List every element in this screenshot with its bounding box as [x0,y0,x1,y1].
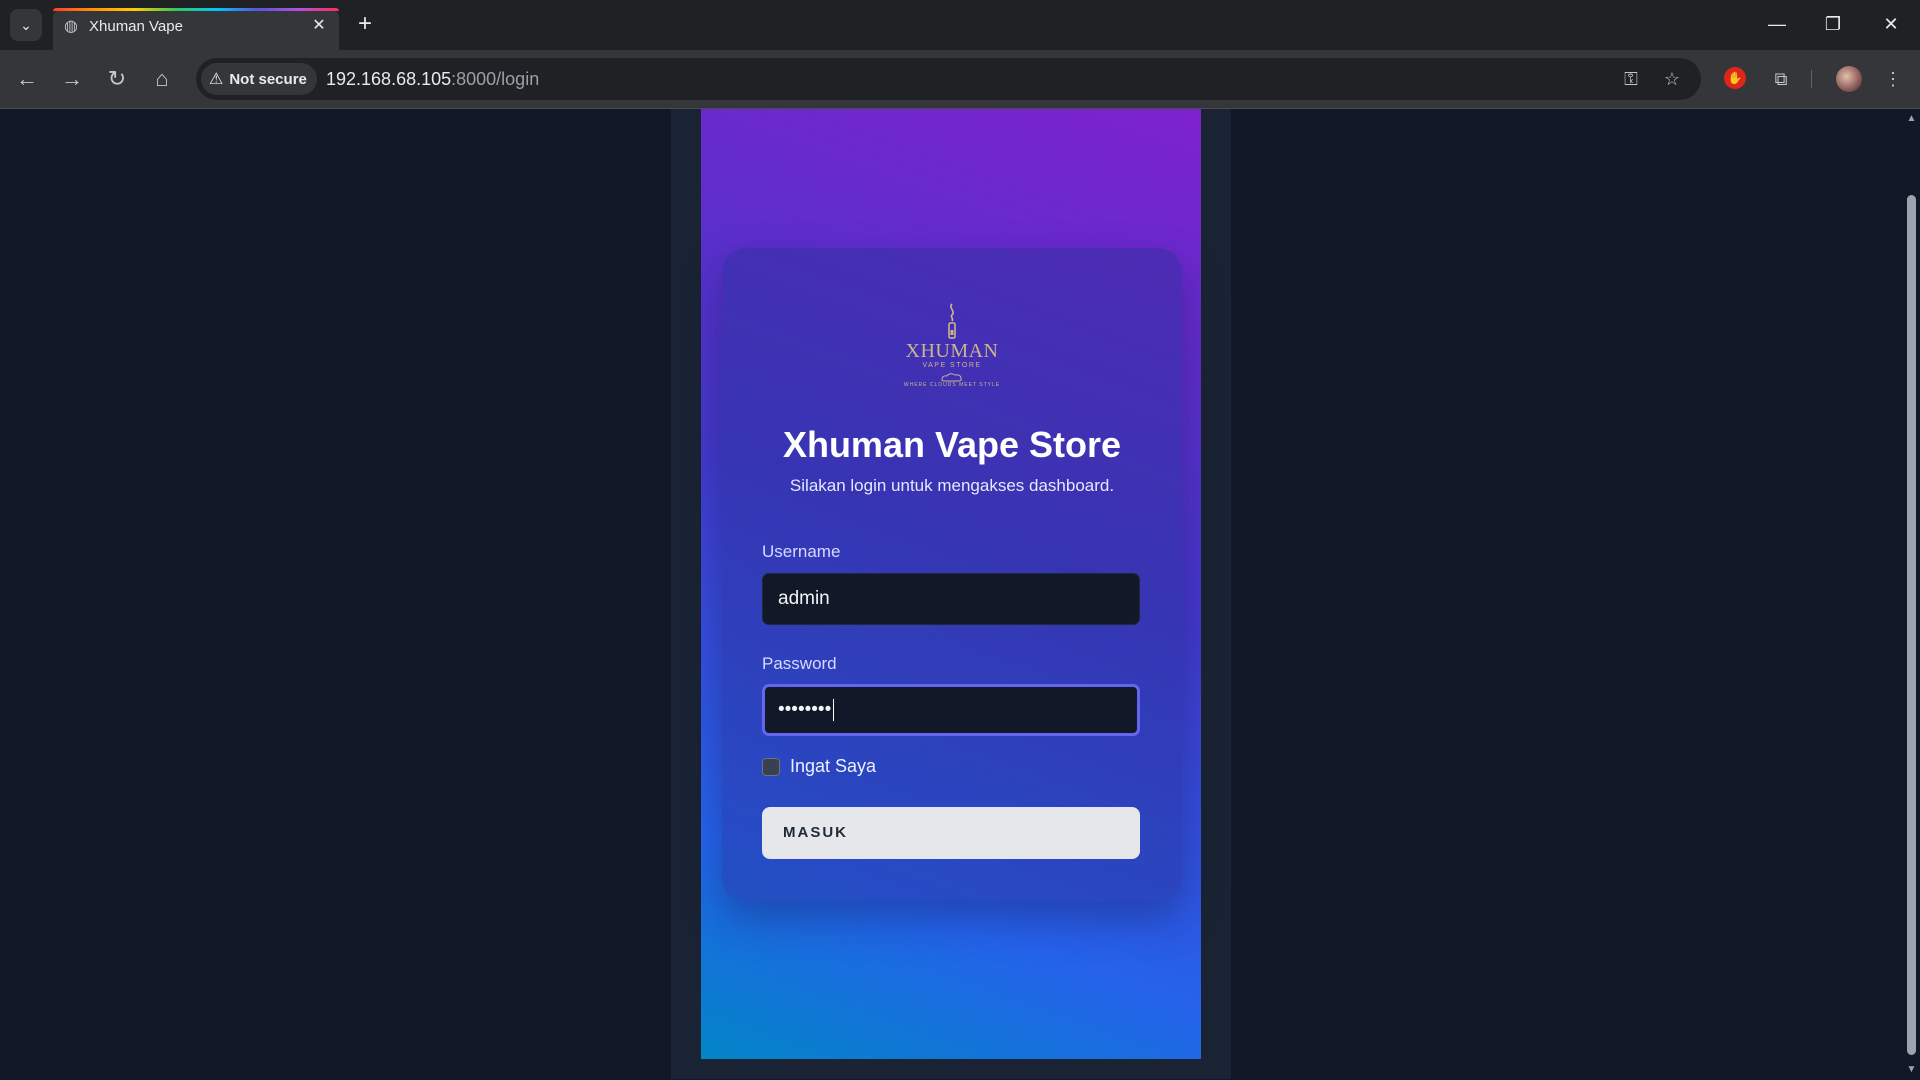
remember-me-label[interactable]: Ingat Saya [790,756,876,777]
toolbar-divider [1811,70,1812,88]
menu-kebab-icon[interactable]: ⋮ [1877,63,1909,95]
text-caret [833,698,835,721]
logo-brand-text: XHUMAN [905,340,999,362]
login-card: XHUMAN VAPE STORE WHERE CLOUDS MEET STYL… [722,248,1182,901]
restore-icon[interactable]: ❐ [1813,8,1853,40]
scroll-down-icon[interactable]: ▼ [1903,1062,1920,1078]
vape-logo-icon [948,303,956,339]
close-window-icon[interactable]: ✕ [1871,8,1911,40]
page-viewport: XHUMAN VAPE STORE WHERE CLOUDS MEET STYL… [0,109,1903,1080]
store-logo: XHUMAN VAPE STORE WHERE CLOUDS MEET STYL… [902,302,1002,398]
url-text[interactable]: 192.168.68.105:8000/login [326,68,539,90]
minimize-icon[interactable]: — [1757,8,1797,40]
password-label: Password [762,654,837,673]
globe-icon: ◍ [64,18,78,35]
password-masked-value: •••••••• [778,699,832,720]
close-tab-icon[interactable]: ✕ [309,16,329,36]
bookmark-star-icon[interactable]: ☆ [1657,64,1687,94]
username-input[interactable]: admin [762,573,1140,625]
security-chip[interactable]: ⚠ Not secure [201,63,317,95]
browser-tab[interactable]: ◍ Xhuman Vape ✕ [53,8,339,50]
back-icon[interactable]: ← [11,63,43,95]
password-key-icon[interactable]: ⚿ [1616,64,1646,94]
scroll-up-icon[interactable]: ▲ [1903,111,1920,127]
address-bar[interactable]: ⚠ Not secure 192.168.68.105:8000/login ⚿… [196,58,1701,100]
username-label: Username [762,542,841,561]
warning-icon: ⚠ [209,71,224,88]
device-frame: XHUMAN VAPE STORE WHERE CLOUDS MEET STYL… [671,109,1231,1079]
browser-toolbar: ← → ↻ ⌂ ⚠ Not secure 192.168.68.105:8000… [0,50,1920,109]
extension-stop-icon[interactable]: ✋ [1724,67,1746,89]
profile-avatar[interactable] [1836,66,1862,92]
tab-search-button[interactable]: ⌄ [10,9,42,41]
cloud-icon [941,373,962,382]
vertical-scrollbar[interactable]: ▲ ▼ [1903,109,1920,1080]
extensions-puzzle-icon[interactable]: ⧉ [1765,63,1797,95]
remember-me-checkbox[interactable] [762,757,780,776]
tab-strip: ⌄ ◍ Xhuman Vape ✕ + — ❐ ✕ [0,0,1920,50]
url-path: :8000/login [451,69,540,89]
page-title: Xhuman Vape Store [782,424,1122,465]
security-label: Not secure [229,70,307,88]
scroll-thumb[interactable] [1907,195,1916,1055]
url-host: 192.168.68.105 [326,69,452,89]
page-subtitle: Silakan login untuk mengakses dashboard. [789,476,1115,495]
logo-tagline: WHERE CLOUDS MEET STYLE [903,382,1001,388]
login-submit-button[interactable]: MASUK [762,807,1140,859]
reload-icon[interactable]: ↻ [101,63,133,95]
tab-accent-bar [53,8,339,11]
chevron-down-icon: ⌄ [20,16,32,33]
password-input[interactable]: •••••••• [762,684,1140,736]
forward-icon[interactable]: → [56,63,88,95]
tab-title: Xhuman Vape [89,18,183,35]
logo-sub-text: VAPE STORE [922,362,982,369]
remember-me-row: Ingat Saya [762,756,876,777]
home-icon[interactable]: ⌂ [146,63,178,95]
new-tab-icon[interactable]: + [350,10,380,40]
gradient-screen: XHUMAN VAPE STORE WHERE CLOUDS MEET STYL… [701,109,1201,1059]
